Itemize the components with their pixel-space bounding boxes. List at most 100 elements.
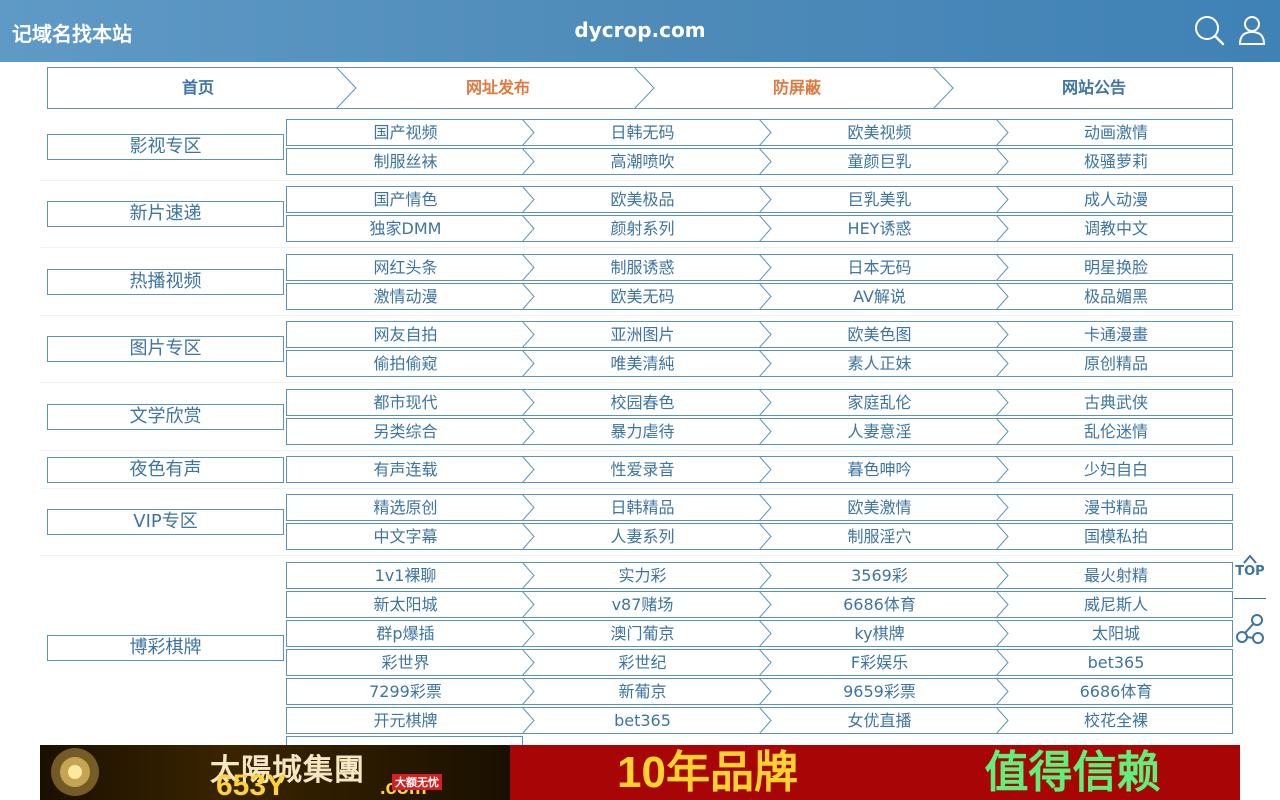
- category-link[interactable]: 巨乳美乳: [761, 187, 998, 212]
- category-link[interactable]: 暴力虐待: [524, 419, 761, 444]
- category-link[interactable]: 欧美色图: [761, 322, 998, 347]
- category-link[interactable]: 古典武侠: [998, 390, 1234, 415]
- category-link[interactable]: 日韩无码: [524, 120, 761, 145]
- nav-announcements[interactable]: 网站公告: [946, 68, 1242, 108]
- category-link[interactable]: ky棋牌: [761, 621, 998, 646]
- category-link[interactable]: 国模私拍: [998, 524, 1234, 549]
- category-link[interactable]: 性爱录音: [524, 457, 761, 482]
- category-link[interactable]: 暮色呻吟: [761, 457, 998, 482]
- link-row: 都市现代 校园春色 家庭乱伦 古典武侠: [286, 389, 1233, 416]
- category-link[interactable]: 人妻系列: [524, 524, 761, 549]
- nav-anti-block[interactable]: 防屏蔽: [648, 68, 946, 108]
- category-link[interactable]: 欧美激情: [761, 495, 998, 520]
- category-link[interactable]: 漫书精品: [998, 495, 1234, 520]
- category-link[interactable]: 1v1裸聊: [287, 563, 524, 588]
- category-link[interactable]: 极品媚黑: [998, 284, 1234, 309]
- user-icon[interactable]: [1236, 14, 1268, 46]
- category-link[interactable]: v87赌场: [524, 592, 761, 617]
- category-link[interactable]: 群p爆插: [287, 621, 524, 646]
- section-label[interactable]: 图片专区: [47, 336, 284, 362]
- category-link[interactable]: 精选原创: [287, 495, 524, 520]
- category-link[interactable]: 少妇自白: [998, 457, 1234, 482]
- category-link[interactable]: 7299彩票: [287, 679, 524, 704]
- category-link[interactable]: 唯美清純: [524, 351, 761, 376]
- category-link[interactable]: 亚洲图片: [524, 322, 761, 347]
- category-link[interactable]: 欧美无码: [524, 284, 761, 309]
- category-link[interactable]: 3569彩: [761, 563, 998, 588]
- section-label[interactable]: 热播视频: [47, 269, 284, 295]
- category-link[interactable]: 最火射精: [998, 563, 1234, 588]
- category-link[interactable]: 新葡京: [524, 679, 761, 704]
- category-link[interactable]: 有声连载: [287, 457, 524, 482]
- category-link[interactable]: 制服诱惑: [524, 255, 761, 280]
- link-row: 新太阳城 v87赌场 6686体育 威尼斯人: [286, 591, 1233, 618]
- category-link[interactable]: 日韩精品: [524, 495, 761, 520]
- nav-submit-url[interactable]: 网址发布: [348, 68, 648, 108]
- category-link[interactable]: 澳门葡京: [524, 621, 761, 646]
- category-link[interactable]: 调教中文: [998, 216, 1234, 241]
- category-link[interactable]: 新太阳城: [287, 592, 524, 617]
- section-label[interactable]: 夜色有声: [47, 457, 284, 483]
- category-link[interactable]: 网红头条: [287, 255, 524, 280]
- category-link[interactable]: 实力彩: [524, 563, 761, 588]
- category-link[interactable]: 卡通漫畫: [998, 322, 1234, 347]
- link-row: 网友自拍 亚洲图片 欧美色图 卡通漫畫: [286, 321, 1233, 348]
- category-link[interactable]: 国产情色: [287, 187, 524, 212]
- category-link[interactable]: 校花全裸: [998, 708, 1234, 733]
- category-link[interactable]: 颜射系列: [524, 216, 761, 241]
- link-row: 精选原创 日韩精品 欧美激情 漫书精品: [286, 494, 1233, 521]
- share-button[interactable]: [1234, 612, 1266, 646]
- category-link[interactable]: 彩世界: [287, 650, 524, 675]
- category-link[interactable]: 6686体育: [998, 679, 1234, 704]
- category-link[interactable]: 欧美极品: [524, 187, 761, 212]
- category-link[interactable]: 素人正妹: [761, 351, 998, 376]
- category-link[interactable]: 校园春色: [524, 390, 761, 415]
- category-link[interactable]: 制服丝袜: [287, 149, 524, 174]
- category-link[interactable]: 中文字幕: [287, 524, 524, 549]
- category-link[interactable]: 动画激情: [998, 120, 1234, 145]
- category-link[interactable]: bet365: [998, 650, 1234, 675]
- category-link[interactable]: 原创精品: [998, 351, 1234, 376]
- category-link[interactable]: 成人动漫: [998, 187, 1234, 212]
- nav-home[interactable]: 首页: [48, 68, 348, 108]
- section-label[interactable]: VIP专区: [47, 509, 284, 535]
- category-link[interactable]: 高潮喷吹: [524, 149, 761, 174]
- banner-ad[interactable]: 太陽城集團 653Y .com 大额无忧 10年品牌 值得信赖: [40, 745, 1240, 800]
- category-link[interactable]: 家庭乱伦: [761, 390, 998, 415]
- category-link[interactable]: AV解说: [761, 284, 998, 309]
- category-link[interactable]: HEY诱惑: [761, 216, 998, 241]
- category-link[interactable]: 都市现代: [287, 390, 524, 415]
- category-link[interactable]: 制服淫穴: [761, 524, 998, 549]
- category-link[interactable]: 欧美视频: [761, 120, 998, 145]
- section-label[interactable]: 新片速递: [47, 201, 284, 227]
- category-link[interactable]: 日本无码: [761, 255, 998, 280]
- section-label[interactable]: 文学欣赏: [47, 404, 284, 430]
- category-link[interactable]: 另类综合: [287, 419, 524, 444]
- category-link[interactable]: bet365: [524, 708, 761, 733]
- section-divider: [40, 382, 1240, 383]
- category-link[interactable]: F彩娱乐: [761, 650, 998, 675]
- category-link[interactable]: 极骚萝莉: [998, 149, 1234, 174]
- link-row: 群p爆插 澳门葡京 ky棋牌 太阳城: [286, 620, 1233, 647]
- category-link[interactable]: 网友自拍: [287, 322, 524, 347]
- category-link[interactable]: 激情动漫: [287, 284, 524, 309]
- category-link[interactable]: 偷拍偷窥: [287, 351, 524, 376]
- category-link[interactable]: 女优直播: [761, 708, 998, 733]
- category-link[interactable]: 明星换脸: [998, 255, 1234, 280]
- category-link[interactable]: 太阳城: [998, 621, 1234, 646]
- banner-tag: 大额无忧: [392, 774, 442, 790]
- category-link[interactable]: 6686体育: [761, 592, 998, 617]
- section-label[interactable]: 博彩棋牌: [47, 635, 284, 661]
- category-link[interactable]: 人妻意淫: [761, 419, 998, 444]
- category-link[interactable]: 童颜巨乳: [761, 149, 998, 174]
- category-link[interactable]: 9659彩票: [761, 679, 998, 704]
- section-label[interactable]: 影视专区: [47, 134, 284, 160]
- category-link[interactable]: 国产视频: [287, 120, 524, 145]
- category-link[interactable]: 开元棋牌: [287, 708, 524, 733]
- category-link[interactable]: 彩世纪: [524, 650, 761, 675]
- category-link[interactable]: 独家DMM: [287, 216, 524, 241]
- category-link[interactable]: 乱伦迷情: [998, 419, 1234, 444]
- category-link[interactable]: 威尼斯人: [998, 592, 1234, 617]
- search-icon[interactable]: [1193, 14, 1225, 46]
- back-to-top-button[interactable]: TOP: [1234, 553, 1266, 583]
